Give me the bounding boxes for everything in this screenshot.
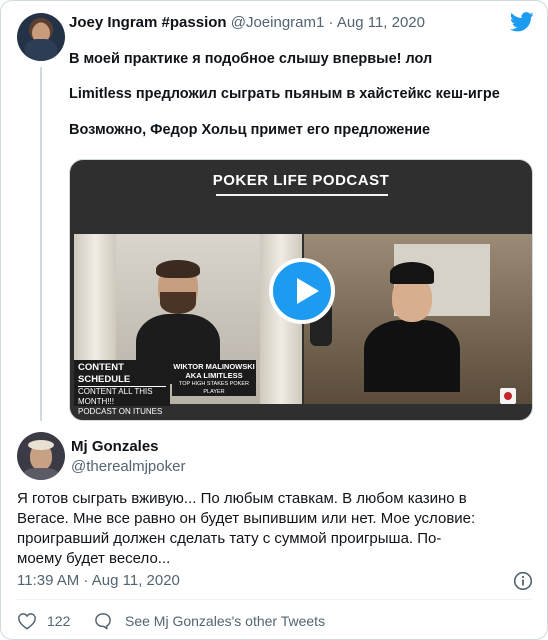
quoted-tweet-header: Joey Ingram #passion @Joeingram1 · Aug 1…	[69, 14, 425, 31]
thread-connector-line	[40, 67, 42, 421]
quoted-tweet-text-line-2: Limitless предложил сыграть пьяным в хай…	[69, 86, 500, 102]
guest-description: TOP HIGH STAKES POKER PLAYER	[179, 381, 249, 395]
podcast-title: POKER LIFE PODCAST	[212, 172, 390, 189]
guest-alias: AKA LIMITLESS	[185, 371, 243, 380]
content-schedule-box: CONTENT SCHEDULE CONTENT ALL THIS MONTH!…	[74, 360, 170, 416]
tweet-text-line-2: Вегасе. Мне все равно он будет выпившим …	[17, 510, 476, 527]
info-icon[interactable]	[513, 571, 533, 591]
quoted-author-name[interactable]: Joey Ingram #passion	[69, 14, 227, 31]
twitter-logo-icon[interactable]	[510, 12, 534, 32]
tweet-text-line-3: проигравший должен сделать тату с суммой…	[17, 530, 442, 547]
guest-name-plate: WIKTOR MALINOWSKI AKA LIMITLESS TOP HIGH…	[172, 360, 256, 396]
author-name[interactable]: Mj Gonzales	[71, 438, 159, 455]
schedule-title: CONTENT SCHEDULE	[78, 362, 166, 387]
quoted-tweet-date[interactable]: Aug 11, 2020	[337, 14, 425, 31]
guest-name: WIKTOR MALINOWSKI	[173, 362, 255, 371]
meta-separator: ·	[328, 14, 334, 31]
video-media[interactable]: POKER LIFE PODCAST CONTENT SCHEDULE CONT…	[69, 159, 533, 421]
play-button[interactable]	[269, 258, 335, 324]
tweet-timestamp[interactable]: 11:39 AM · Aug 11, 2020	[17, 572, 180, 589]
quoted-tweet-text-line-3: Возможно, Федор Хольц примет его предлож…	[69, 122, 431, 138]
play-icon	[297, 278, 319, 304]
quoted-author-avatar[interactable]	[17, 13, 65, 61]
tweet-embed-card: Joey Ingram #passion @Joeingram1 · Aug 1…	[0, 0, 548, 640]
heart-icon[interactable]	[17, 612, 37, 630]
title-underline	[216, 194, 388, 196]
quoted-author-handle[interactable]: @Joeingram1	[231, 14, 325, 31]
author-avatar[interactable]	[17, 432, 65, 480]
quoted-tweet-text-line-1: В моей практике я подобное слышу впервые…	[69, 51, 433, 67]
channel-logo-icon	[500, 388, 516, 404]
tweet-text-line-1: Я готов сыграть вживую... По любым ставк…	[17, 490, 467, 507]
author-handle[interactable]: @therealmjpoker	[71, 458, 185, 475]
video-panel-host	[304, 234, 532, 404]
schedule-line: CONTENT ALL THIS MONTH!!!	[78, 387, 153, 406]
schedule-line: PODCAST ON ITUNES	[78, 407, 163, 416]
action-divider	[17, 599, 531, 600]
like-count[interactable]: 122	[47, 613, 70, 629]
see-other-tweets-link[interactable]: See Mj Gonzales's other Tweets	[125, 613, 325, 629]
comment-icon[interactable]	[93, 611, 113, 631]
tweet-text-line-4: моему будет весело...	[17, 550, 171, 567]
